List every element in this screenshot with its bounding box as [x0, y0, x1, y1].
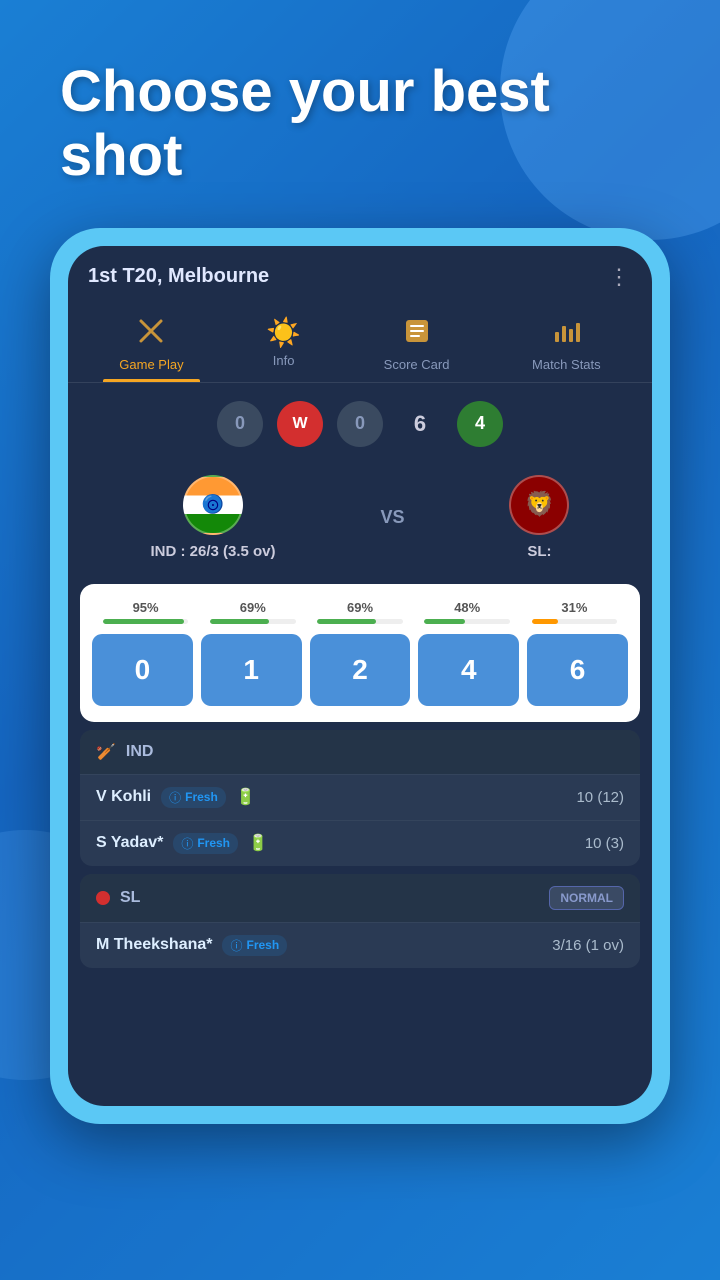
shot-col-2: 69%	[306, 600, 413, 624]
yadav-score: 10 (3)	[585, 835, 624, 852]
tab-info-label: Info	[273, 353, 295, 368]
shot-col-1: 69%	[199, 600, 306, 624]
gameplay-icon	[136, 316, 166, 353]
tab-gameplay[interactable]: Game Play	[103, 308, 199, 382]
menu-icon[interactable]: ⋮	[608, 264, 632, 290]
kohli-info-icon: ⓘ	[169, 789, 181, 806]
tab-gameplay-label: Game Play	[119, 357, 183, 372]
shot-btn-0[interactable]: 0	[92, 634, 193, 706]
shot-col-0: 95%	[92, 600, 199, 624]
info-icon: ☀️	[266, 316, 301, 349]
ball-0: 0	[217, 401, 263, 447]
shot-percentages: 95% 69% 69%	[92, 600, 628, 624]
tab-scorecard[interactable]: Score Card	[368, 308, 466, 382]
theekshana-fresh-badge: ⓘ Fresh	[222, 935, 287, 956]
theekshana-info: M Theekshana* ⓘ Fresh	[96, 935, 287, 956]
pct-bar-0	[103, 619, 189, 624]
scorecard-icon	[402, 316, 432, 353]
shot-btn-4[interactable]: 4	[418, 634, 519, 706]
theekshana-score: 3/16 (1 ov)	[552, 937, 624, 954]
ball-4: 4	[457, 401, 503, 447]
top-bar: 1st T20, Melbourne ⋮	[68, 246, 652, 300]
pct-bar-2	[317, 619, 403, 624]
shot-buttons: 0 1 2 4 6	[92, 634, 628, 706]
match-title: 1st T20, Melbourne	[88, 265, 269, 288]
phone-screen: 1st T20, Melbourne ⋮ Game Play ☀️ Info	[68, 246, 652, 1106]
bat-icon: 🏏	[96, 742, 116, 762]
bowling-team-section: SL NORMAL M Theekshana* ⓘ Fresh 3/16 (1 …	[80, 874, 640, 968]
kohli-score: 10 (12)	[576, 789, 624, 806]
ball-0-2: 0	[337, 401, 383, 447]
pct-bar-1	[210, 619, 296, 624]
shot-btn-1[interactable]: 1	[201, 634, 302, 706]
kohli-fresh-label: Fresh	[185, 790, 218, 804]
team-away: 🦁 SL:	[509, 475, 569, 560]
theekshana-fresh-label: Fresh	[247, 938, 280, 952]
player-row-kohli: V Kohli ⓘ Fresh 🔋 10 (12)	[80, 774, 640, 820]
srilanka-score: SL:	[527, 543, 551, 560]
normal-badge: NORMAL	[549, 886, 624, 910]
pct-label-6: 31%	[561, 600, 587, 615]
kohli-info: V Kohli ⓘ Fresh 🔋	[96, 787, 256, 808]
ball-w: W	[277, 401, 323, 447]
vs-label: VS	[381, 507, 405, 528]
player-row-yadav: S Yadav* ⓘ Fresh 🔋 10 (3)	[80, 820, 640, 866]
shot-btn-6[interactable]: 6	[527, 634, 628, 706]
pct-label-0: 95%	[133, 600, 159, 615]
yadav-fresh-label: Fresh	[197, 836, 230, 850]
ball-6: 6	[397, 401, 443, 447]
score-balls-row: 0 W 0 6 4	[68, 383, 652, 465]
pct-label-1: 69%	[240, 600, 266, 615]
yadav-info-icon: ⓘ	[181, 835, 193, 852]
sl-dot	[96, 891, 110, 905]
matchstats-icon	[551, 316, 581, 353]
bowling-team-name: SL	[120, 889, 140, 907]
srilanka-flag: 🦁	[509, 475, 569, 535]
pct-bar-6	[532, 619, 618, 624]
tab-matchstats[interactable]: Match Stats	[516, 308, 617, 382]
batting-team-header: 🏏 IND	[80, 730, 640, 774]
kohli-fresh-badge: ⓘ Fresh	[161, 787, 226, 808]
pct-bar-4	[424, 619, 510, 624]
shot-btn-2[interactable]: 2	[310, 634, 411, 706]
yadav-fresh-badge: ⓘ Fresh	[173, 833, 238, 854]
player-row-theekshana: M Theekshana* ⓘ Fresh 3/16 (1 ov)	[80, 922, 640, 968]
shot-selection-card: 95% 69% 69%	[80, 584, 640, 722]
pct-label-4: 48%	[454, 600, 480, 615]
india-score: IND : 26/3 (3.5 ov)	[150, 543, 275, 560]
hero-heading: Choose your best shot	[0, 0, 720, 218]
yadav-info: S Yadav* ⓘ Fresh 🔋	[96, 833, 268, 854]
theekshana-name: M Theekshana*	[96, 936, 212, 954]
tab-info[interactable]: ☀️ Info	[250, 308, 317, 382]
bowling-team-header: SL NORMAL	[80, 874, 640, 922]
yadav-name: S Yadav*	[96, 834, 163, 852]
tab-scorecard-label: Score Card	[384, 357, 450, 372]
kohli-battery-icon: 🔋	[236, 787, 256, 807]
tab-matchstats-label: Match Stats	[532, 357, 601, 372]
nav-tabs: Game Play ☀️ Info Score Card	[68, 300, 652, 383]
batting-team-section: 🏏 IND V Kohli ⓘ Fresh 🔋 10 (12) S Yadav*	[80, 730, 640, 866]
teams-section: 🔵 IND : 26/3 (3.5 ov) VS 🦁 SL:	[68, 465, 652, 576]
theekshana-info-icon: ⓘ	[230, 937, 242, 954]
batting-team-name: IND	[126, 743, 154, 761]
india-flag: 🔵	[183, 475, 243, 535]
team-home: 🔵 IND : 26/3 (3.5 ov)	[150, 475, 275, 560]
pct-label-2: 69%	[347, 600, 373, 615]
yadav-battery-icon: 🔋	[248, 833, 268, 853]
kohli-name: V Kohli	[96, 788, 151, 806]
shot-col-4: 48%	[414, 600, 521, 624]
shot-col-6: 31%	[521, 600, 628, 624]
phone-mockup: 1st T20, Melbourne ⋮ Game Play ☀️ Info	[50, 228, 670, 1124]
